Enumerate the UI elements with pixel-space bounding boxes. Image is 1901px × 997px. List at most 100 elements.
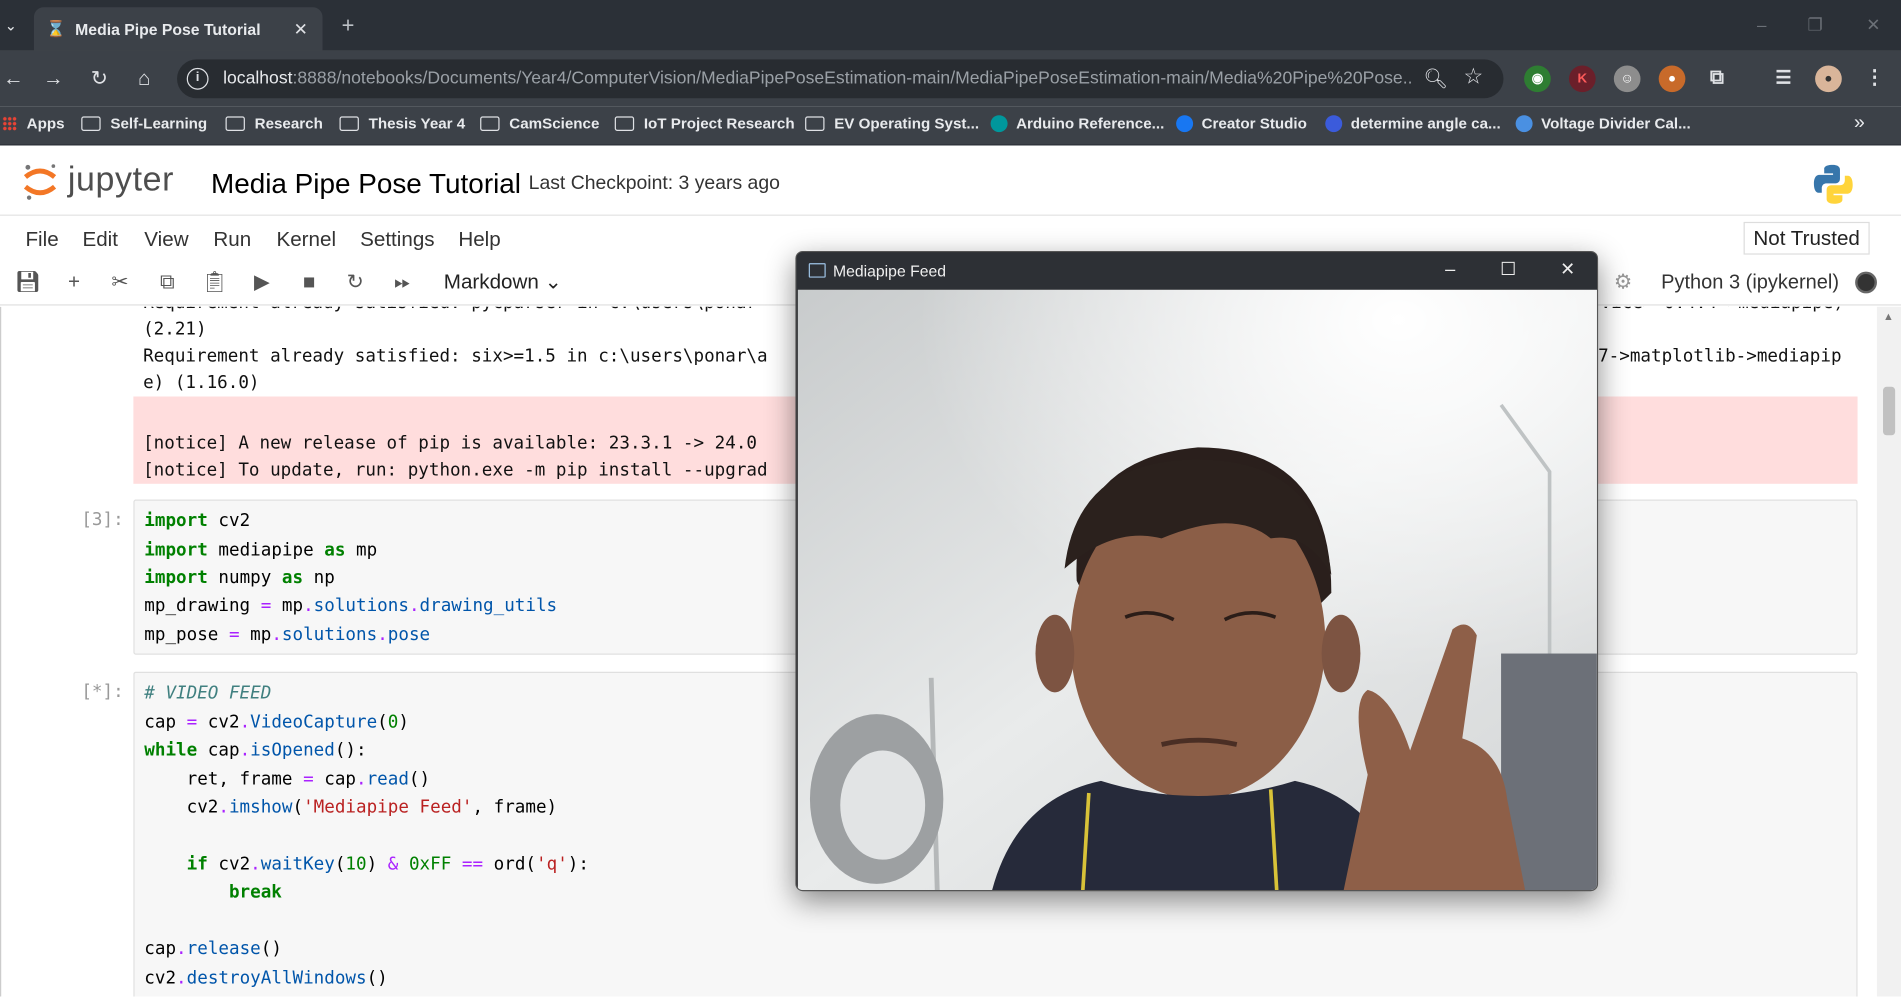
media-queue-icon[interactable]: ☰ — [1770, 65, 1797, 92]
address-bar[interactable]: i localhost:8888/notebooks/Documents/Yea… — [177, 59, 1504, 99]
window-app-icon — [808, 263, 826, 278]
jupyter-logo-icon[interactable] — [22, 162, 58, 201]
kernel-status-icon — [1855, 271, 1877, 294]
menu-run[interactable]: Run — [213, 228, 251, 252]
notebook-scrollbar[interactable]: ▲ — [1876, 306, 1901, 997]
bookmark-folder-self-learning[interactable]: Self-Learning — [81, 115, 207, 132]
copy-icon[interactable]: ⧉ — [154, 269, 181, 296]
output-line: (2.21) — [143, 320, 207, 340]
cut-icon[interactable]: ✂ — [107, 269, 134, 296]
site-icon — [1325, 115, 1343, 133]
bookmark-determine-angle[interactable]: determine angle ca... — [1325, 115, 1501, 133]
bookmark-arduino[interactable]: Arduino Reference... — [990, 115, 1164, 133]
apps-grid-icon — [2, 116, 17, 131]
window-close-icon[interactable]: ✕ — [1861, 10, 1885, 39]
notebook-title[interactable]: Media Pipe Pose Tutorial — [211, 167, 521, 200]
extension-cookie-icon[interactable]: ● — [1658, 65, 1686, 93]
kernel-settings-icon[interactable]: ⚙ — [1614, 270, 1632, 294]
insert-cell-icon[interactable]: + — [61, 269, 88, 296]
profile-avatar[interactable]: ● — [1815, 65, 1842, 93]
save-icon[interactable]: 💾︎ — [15, 269, 42, 296]
extension-globe-icon[interactable]: ◉ — [1524, 65, 1551, 93]
browser-tab-strip: ⌄ ⌛ Media Pipe Pose Tutorial ✕ + – ❐ ✕ — [0, 0, 1901, 51]
code-line: cap.release() — [144, 939, 282, 960]
bookmark-apps[interactable]: Apps — [2, 115, 65, 132]
code-line: mp_pose = mp.solutions.pose — [144, 625, 431, 646]
tab-close-icon[interactable]: ✕ — [291, 19, 310, 40]
window-titlebar[interactable]: Mediapipe Feed – ☐ ✕ — [796, 252, 1597, 290]
menu-file[interactable]: File — [25, 228, 58, 252]
forward-icon[interactable]: → — [40, 65, 67, 92]
menu-view[interactable]: View — [144, 228, 188, 252]
tab-search-chevron-icon[interactable]: ⌄ — [0, 10, 22, 42]
window-maximize-icon[interactable]: ☐ — [1496, 258, 1520, 282]
code-line: cv2.destroyAllWindows() — [144, 968, 388, 989]
folder-icon — [81, 116, 101, 131]
bookmarks-overflow-icon[interactable]: » — [1854, 113, 1865, 135]
site-info-icon[interactable]: i — [186, 67, 209, 90]
browser-tab-active[interactable]: ⌛ Media Pipe Pose Tutorial ✕ — [33, 7, 323, 51]
bookmark-star-icon[interactable]: ☆ — [1463, 64, 1483, 89]
code-line: break — [228, 882, 282, 903]
scrollbar-thumb[interactable] — [1883, 386, 1896, 436]
meta-icon — [1176, 115, 1194, 133]
arduino-icon — [990, 115, 1008, 133]
cell-collapser[interactable] — [0, 306, 6, 997]
menu-settings[interactable]: Settings — [360, 228, 434, 252]
hourglass-icon: ⌛ — [46, 19, 66, 38]
jupyter-logo-text[interactable]: jupyter — [68, 160, 174, 199]
code-line: if cv2.waitKey(10) & 0xFF == ord('q'): — [186, 854, 589, 875]
bookmark-folder-thesis[interactable]: Thesis Year 4 — [339, 115, 465, 132]
bookmark-folder-iot[interactable]: IoT Project Research — [614, 115, 795, 132]
not-trusted-button[interactable]: Not Trusted — [1743, 221, 1870, 255]
window-close-icon[interactable]: ✕ — [1556, 258, 1580, 282]
folder-icon — [225, 116, 245, 131]
bookmark-folder-research[interactable]: Research — [225, 115, 323, 132]
folder-icon — [805, 116, 825, 131]
bookmark-voltage-divider[interactable]: Voltage Divider Cal... — [1515, 115, 1691, 133]
browser-menu-icon[interactable]: ⋮ — [1861, 65, 1888, 92]
menu-kernel[interactable]: Kernel — [276, 228, 336, 252]
output-line: vice>=0.4.4->mediapipe) — [1601, 307, 1844, 317]
bookmark-folder-ev[interactable]: EV Operating Syst... — [805, 115, 979, 132]
python-logo-icon — [1813, 164, 1853, 204]
run-icon[interactable]: ▶ — [249, 269, 276, 296]
mediapipe-feed-window[interactable]: Mediapipe Feed – ☐ ✕ — [795, 250, 1599, 892]
code-line: cap = cv2.VideoCapture(0) — [144, 712, 409, 733]
webcam-frame — [797, 289, 1597, 890]
bookmark-folder-camscience[interactable]: CamScience — [480, 115, 599, 132]
new-tab-button[interactable]: + — [335, 12, 362, 39]
extension-face-icon[interactable]: ☺ — [1613, 65, 1641, 93]
output-line: Requirement already satisfied: six>=1.5 … — [143, 346, 768, 367]
window-restore-icon[interactable]: ❐ — [1803, 10, 1827, 39]
url-text[interactable]: localhost:8888/notebooks/Documents/Year4… — [223, 69, 1411, 88]
reload-icon[interactable]: ↻ — [86, 65, 113, 92]
code-line: while cap.isOpened(): — [144, 740, 367, 761]
window-minimize-icon[interactable]: – — [1438, 258, 1462, 282]
folder-icon — [339, 116, 359, 131]
back-icon[interactable]: ← — [0, 65, 27, 92]
home-icon[interactable]: ⌂ — [131, 65, 158, 92]
menu-help[interactable]: Help — [458, 228, 500, 252]
restart-icon[interactable]: ↻ — [342, 269, 369, 296]
extension-k-icon[interactable]: K — [1568, 65, 1596, 93]
code-line: ret, frame = cap.read() — [144, 769, 431, 790]
zoom-icon[interactable]: 🔍︎ — [1423, 67, 1448, 91]
bookmark-creator-studio[interactable]: Creator Studio — [1176, 115, 1307, 133]
menu-edit[interactable]: Edit — [82, 228, 118, 252]
cell-type-select[interactable]: Markdown ⌄ — [444, 270, 562, 294]
scroll-up-icon[interactable]: ▲ — [1883, 310, 1894, 322]
paste-icon[interactable]: 📋︎ — [201, 269, 228, 296]
code-line: import mediapipe as mp — [144, 540, 378, 561]
stop-icon[interactable]: ■ — [296, 269, 323, 296]
run-all-icon[interactable]: ⏩︎ — [389, 269, 416, 296]
window-title: Mediapipe Feed — [832, 261, 947, 281]
pip-notice-line: [notice] To update, run: python.exe -m p… — [143, 460, 768, 481]
pip-notice-line: [notice] A new release of pip is availab… — [143, 434, 757, 454]
kernel-name[interactable]: Python 3 (ipykernel) — [1661, 272, 1839, 295]
code-line: import numpy as np — [144, 568, 335, 589]
last-checkpoint: Last Checkpoint: 3 years ago — [528, 173, 780, 194]
code-line: cv2.imshow('Mediapipe Feed', frame) — [144, 797, 558, 818]
extensions-puzzle-icon[interactable]: ⧉ — [1704, 65, 1731, 92]
window-minimize-icon[interactable]: – — [1750, 10, 1774, 39]
